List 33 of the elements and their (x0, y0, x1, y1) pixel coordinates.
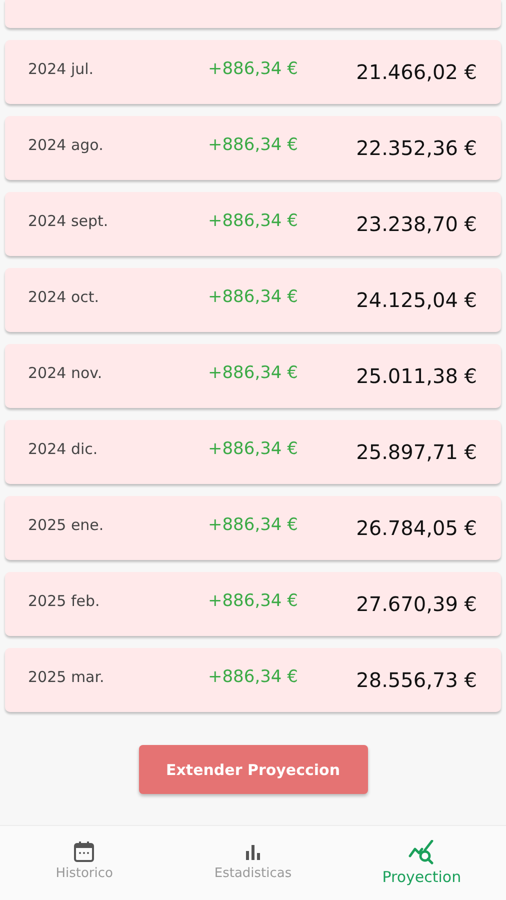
month-label: 2024 oct. (28, 288, 100, 306)
total-amount: 28.556,73 € (355, 668, 477, 692)
nav-tab[interactable]: Estadisticas (168, 826, 338, 900)
nav-tab[interactable]: Historico (0, 826, 169, 900)
calendar-icon (72, 840, 96, 864)
month-label: 2024 jul. (28, 60, 95, 78)
total-amount: 22.352,36 € (355, 136, 477, 160)
month-label: 2024 dic. (28, 440, 99, 458)
monthly-change: +886,34 € (208, 135, 299, 155)
monthly-change: +886,34 € (208, 59, 299, 79)
monthly-change: +886,34 € (208, 667, 299, 687)
monthly-change: +886,34 € (208, 363, 299, 383)
monthly-change: +886,34 € (208, 287, 299, 307)
month-label: 2025 ene. (28, 516, 105, 534)
monthly-change: +886,34 € (208, 515, 299, 535)
total-amount: 24.125,04 € (355, 288, 477, 312)
trend-search-icon (408, 840, 436, 866)
monthly-change: +886,34 € (208, 591, 299, 611)
month-label: 2024 nov. (28, 364, 104, 382)
total-amount: 21.466,02 € (355, 60, 477, 84)
extend-projection-button[interactable]: Extender Proyeccion (138, 745, 368, 794)
total-amount: 26.784,05 € (355, 516, 477, 540)
total-amount: 23.238,70 € (355, 212, 477, 236)
monthly-change: +886,34 € (208, 211, 299, 231)
total-amount: 27.670,39 € (355, 592, 477, 616)
month-label: 2024 ago. (28, 136, 104, 154)
total-amount: 25.897,71 € (355, 440, 477, 464)
month-label: 2025 feb. (28, 592, 101, 610)
month-label: 2024 sept. (28, 212, 110, 230)
month-label: 2025 mar. (28, 668, 106, 686)
nav-tab[interactable]: Proyection (337, 826, 506, 900)
total-amount: 25.011,38 € (355, 364, 477, 388)
monthly-change: +886,34 € (208, 439, 299, 459)
